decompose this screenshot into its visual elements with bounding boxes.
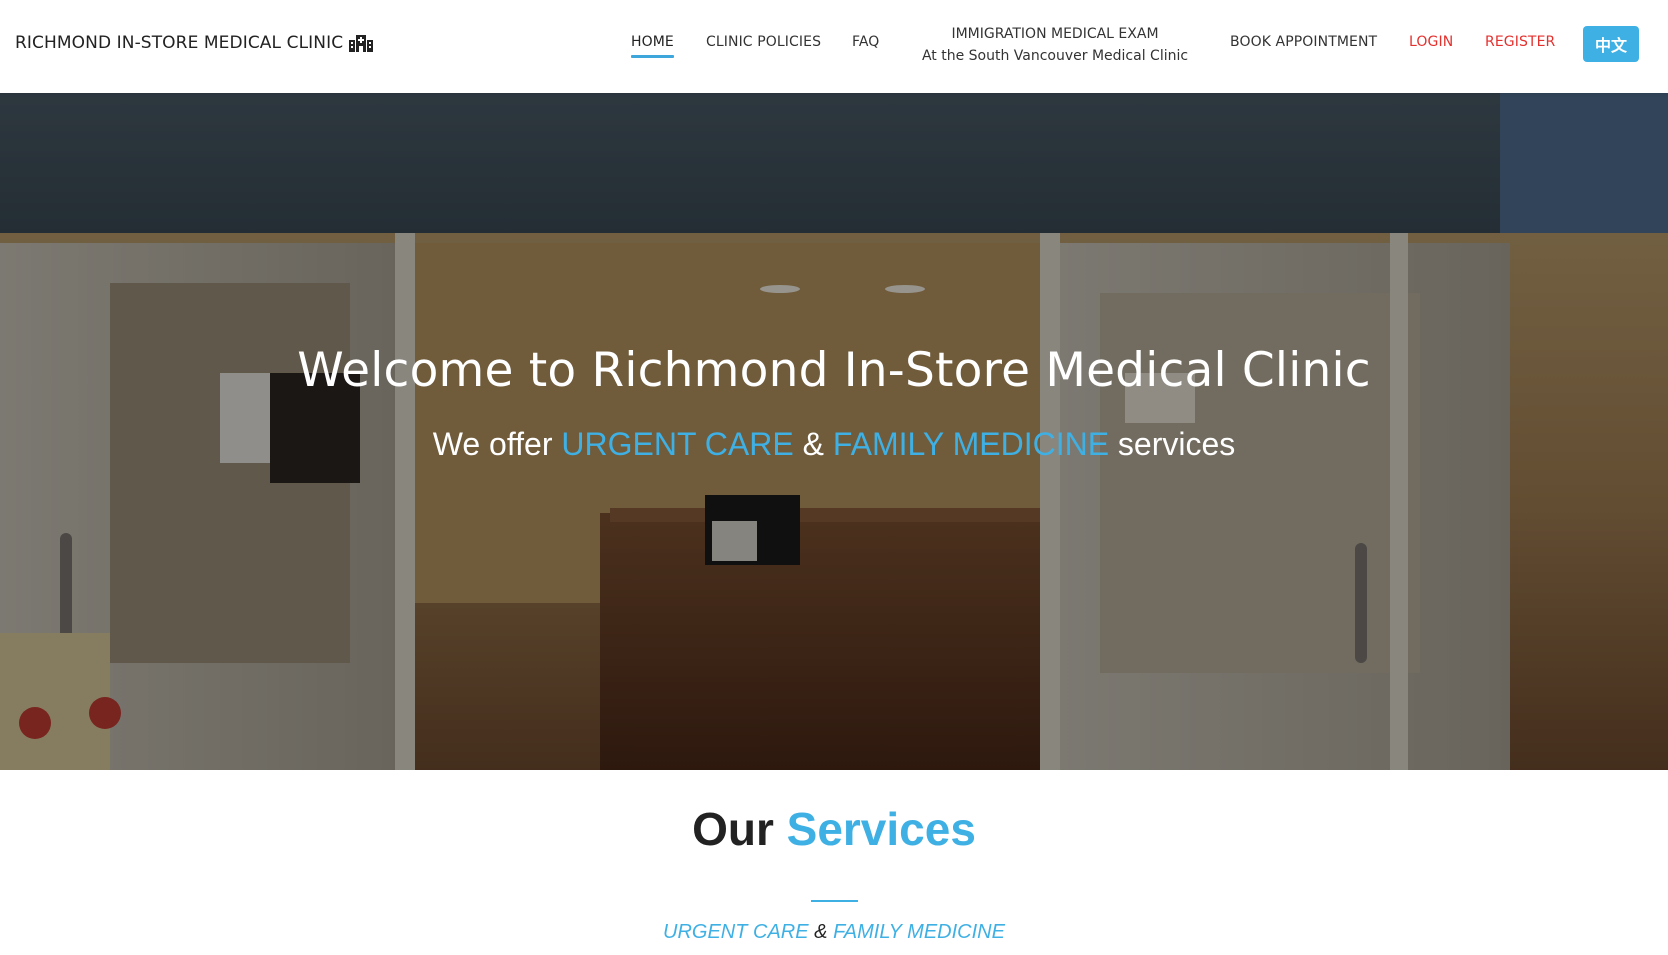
top-navbar: RICHMOND IN-STORE MEDICAL CLINIC HOME CL… — [0, 0, 1668, 93]
services-subtitle-ampersand: & — [814, 921, 828, 943]
nav-home-link[interactable]: HOME — [631, 34, 674, 50]
hero-subtitle-ampersand: & — [802, 426, 824, 462]
hero-subtitle: We offer URGENT CARE & FAMILY MEDICINE s… — [0, 426, 1668, 463]
hero-subtitle-suffix: services — [1117, 426, 1236, 462]
services-heading-prefix: Our — [692, 803, 774, 855]
hero-title: Welcome to Richmond In-Store Medical Cli… — [297, 343, 1371, 398]
hero-service-urgent-care: URGENT CARE — [561, 426, 794, 462]
services-heading-highlight: Services — [786, 803, 976, 855]
nav-faq-link[interactable]: FAQ — [852, 34, 879, 50]
brand-name: RICHMOND IN-STORE MEDICAL CLINIC — [15, 33, 344, 53]
nav-immigration-title: IMMIGRATION MEDICAL EXAM — [951, 26, 1159, 42]
section-divider — [811, 900, 858, 902]
hero-subtitle-prefix: We offer — [432, 426, 553, 462]
nav-login-link[interactable]: LOGIN — [1409, 34, 1453, 50]
nav-book-appointment-link[interactable]: BOOK APPOINTMENT — [1230, 34, 1377, 50]
services-heading: Our Services — [0, 802, 1668, 856]
hero-section: Welcome to Richmond In-Store Medical Cli… — [0, 93, 1668, 770]
services-subtitle: URGENT CARE & FAMILY MEDICINE — [0, 921, 1668, 944]
language-toggle-button[interactable]: 中文 — [1583, 26, 1639, 62]
hospital-building-icon — [349, 34, 374, 52]
active-nav-indicator — [631, 55, 674, 58]
nav-register-link[interactable]: REGISTER — [1485, 34, 1555, 50]
nav-immigration-exam-link[interactable]: IMMIGRATION MEDICAL EXAM At the South Va… — [912, 23, 1198, 67]
hero-service-family-medicine: FAMILY MEDICINE — [832, 426, 1110, 462]
services-urgent-care-label: URGENT CARE — [663, 921, 809, 943]
nav-immigration-location: At the South Vancouver Medical Clinic — [921, 48, 1189, 64]
services-family-medicine-label: FAMILY MEDICINE — [833, 921, 1005, 943]
nav-clinic-policies-link[interactable]: CLINIC POLICIES — [706, 34, 821, 50]
brand-link[interactable]: RICHMOND IN-STORE MEDICAL CLINIC — [15, 33, 374, 53]
